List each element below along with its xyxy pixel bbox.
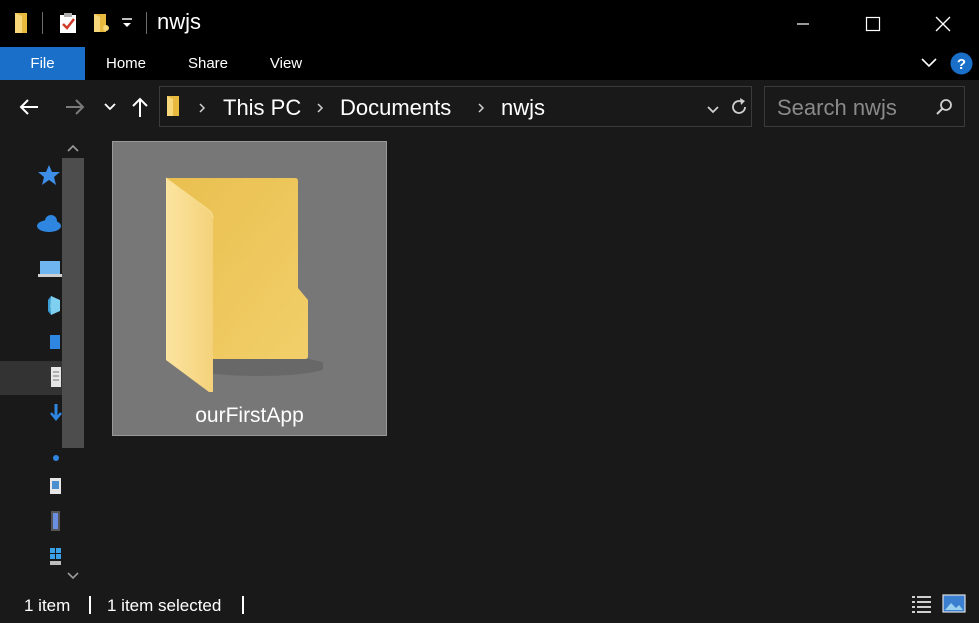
help-icon[interactable]: ? xyxy=(950,52,973,80)
breadcrumb-nwjs[interactable]: nwjs xyxy=(501,95,545,121)
large-folder-icon xyxy=(163,170,328,397)
chevron-right-icon xyxy=(316,101,324,119)
status-bar: 1 item 1 item selected xyxy=(0,586,979,623)
window-title: nwjs xyxy=(157,9,202,34)
search-icon[interactable] xyxy=(935,98,953,121)
chevron-down-icon xyxy=(104,103,116,111)
item-count: 1 item xyxy=(24,596,71,615)
address-dropdown-icon[interactable] xyxy=(706,102,720,120)
videos-icon[interactable] xyxy=(36,510,62,532)
breadcrumb-documents[interactable]: Documents xyxy=(340,95,451,121)
3d-objects-icon[interactable] xyxy=(36,294,62,316)
customize-dropdown-icon[interactable] xyxy=(120,16,134,35)
forward-arrow-icon xyxy=(66,99,85,115)
this-pc-icon[interactable] xyxy=(36,258,62,280)
folder-name[interactable]: ourFirstApp xyxy=(113,404,386,428)
file-list: ourFirstApp xyxy=(88,134,979,586)
properties-icon[interactable] xyxy=(58,12,80,39)
tab-view[interactable]: View xyxy=(252,47,320,80)
tab-share[interactable]: Share xyxy=(174,47,242,80)
forward-button[interactable] xyxy=(60,92,90,122)
back-button[interactable] xyxy=(14,92,44,122)
up-arrow-icon xyxy=(132,97,148,117)
navigation-pane xyxy=(0,134,88,586)
chevron-right-icon xyxy=(198,101,206,119)
search-box[interactable]: Search nwjs xyxy=(764,86,965,127)
documents-icon[interactable] xyxy=(36,366,62,388)
folder-item[interactable]: ourFirstApp xyxy=(112,141,387,436)
recent-locations-button[interactable] xyxy=(95,92,125,122)
selection-count: 1 item selected xyxy=(107,596,222,615)
close-button[interactable] xyxy=(908,0,978,47)
tab-file[interactable]: File xyxy=(0,47,85,80)
close-icon xyxy=(935,16,951,31)
folder-icon xyxy=(166,95,182,122)
downloads-icon[interactable] xyxy=(36,402,62,424)
pictures-icon[interactable] xyxy=(36,476,62,498)
desktop-icon[interactable] xyxy=(36,332,62,354)
maximize-icon xyxy=(865,16,881,31)
status-separator xyxy=(89,596,91,614)
quick-access-star-icon[interactable] xyxy=(36,164,62,186)
scroll-down-icon[interactable] xyxy=(66,568,80,586)
music-icon[interactable] xyxy=(36,446,62,468)
minimize-icon xyxy=(797,22,809,25)
title-bar: nwjs xyxy=(0,0,979,47)
address-bar[interactable]: This PC Documents nwjs xyxy=(159,86,752,127)
title-separator xyxy=(146,12,147,34)
new-folder-icon[interactable] xyxy=(90,12,112,39)
maximize-button[interactable] xyxy=(838,0,908,47)
up-button[interactable] xyxy=(125,92,155,122)
onedrive-icon[interactable] xyxy=(36,212,62,234)
minimize-button[interactable] xyxy=(768,0,838,47)
tab-home[interactable]: Home xyxy=(92,47,160,80)
refresh-icon[interactable] xyxy=(730,97,748,122)
quick-access-separator xyxy=(42,12,43,34)
back-arrow-icon xyxy=(19,99,38,115)
folder-icon xyxy=(14,12,32,39)
large-icons-view-icon[interactable] xyxy=(942,593,966,620)
ribbon: File Home Share View ? xyxy=(0,47,979,80)
nav-scrollbar-thumb[interactable] xyxy=(62,158,84,448)
scroll-up-icon[interactable] xyxy=(66,140,80,158)
svg-text:?: ? xyxy=(957,56,966,73)
expand-ribbon-icon[interactable] xyxy=(920,56,938,75)
chevron-right-icon xyxy=(477,101,485,119)
status-separator xyxy=(242,596,244,614)
breadcrumb-this-pc[interactable]: This PC xyxy=(223,95,301,121)
search-input[interactable]: Search nwjs xyxy=(777,95,897,121)
windows-drive-icon[interactable] xyxy=(36,546,62,568)
details-view-icon[interactable] xyxy=(911,594,933,619)
address-row: This PC Documents nwjs Search nwjs xyxy=(0,80,979,134)
